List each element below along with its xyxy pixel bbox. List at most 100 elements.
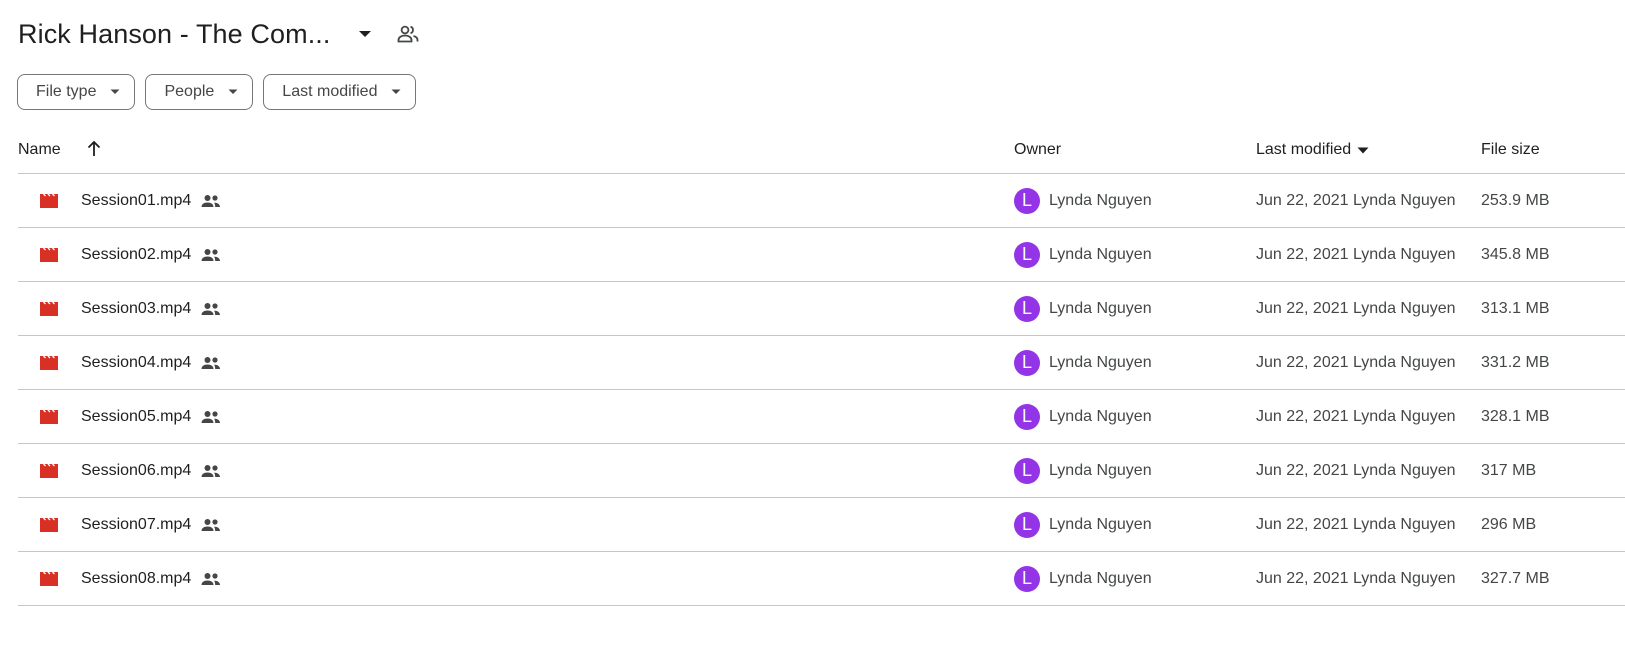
shared-people-icon — [201, 572, 221, 586]
owner-cell: L Lynda Nguyen — [1014, 444, 1152, 497]
file-name-cell: Session07.mp4 — [81, 498, 221, 551]
file-name-cell: Session06.mp4 — [81, 444, 221, 497]
column-header-file-size[interactable]: File size — [1481, 141, 1540, 159]
owner-name: Lynda Nguyen — [1049, 569, 1152, 587]
folder-title[interactable]: Rick Hanson - The Com... — [18, 19, 331, 50]
chip-label: Last modified — [282, 83, 378, 100]
owner-avatar[interactable]: L — [1014, 403, 1040, 430]
owner-cell: L Lynda Nguyen — [1014, 282, 1152, 335]
video-file-icon — [39, 390, 59, 443]
filter-chips: File type People Last modified — [17, 74, 417, 110]
owner-cell: L Lynda Nguyen — [1014, 390, 1152, 443]
file-size-cell: 345.8 MB — [1481, 245, 1550, 263]
owner-cell: L Lynda Nguyen — [1014, 174, 1152, 227]
folder-title-bar: Rick Hanson - The Com... — [18, 14, 421, 54]
video-file-icon — [39, 282, 59, 335]
column-header-name[interactable]: Name — [18, 141, 61, 159]
shared-people-icon — [201, 248, 221, 262]
file-size-cell: 313.1 MB — [1481, 299, 1550, 317]
table-row[interactable]: Session02.mp4 L Lynda Nguyen Jun 22, 202… — [18, 228, 1625, 282]
owner-cell: L Lynda Nguyen — [1014, 498, 1152, 551]
owner-avatar[interactable]: L — [1014, 349, 1040, 376]
owner-name: Lynda Nguyen — [1049, 407, 1152, 425]
shared-people-icon — [201, 464, 221, 478]
owner-avatar[interactable]: L — [1014, 241, 1040, 268]
table-row[interactable]: Session07.mp4 L Lynda Nguyen Jun 22, 202… — [18, 498, 1625, 552]
file-size-cell: 331.2 MB — [1481, 353, 1550, 371]
table-row[interactable]: Session08.mp4 L Lynda Nguyen Jun 22, 202… — [18, 552, 1625, 606]
file-name[interactable]: Session02.mp4 — [81, 246, 191, 264]
last-modified-cell: Jun 22, 2021 Lynda Nguyen — [1256, 353, 1456, 371]
chevron-down-icon — [391, 89, 401, 95]
owner-name: Lynda Nguyen — [1049, 515, 1152, 533]
owner-avatar[interactable]: L — [1014, 457, 1040, 484]
last-modified-filter-chip[interactable]: Last modified — [263, 74, 417, 110]
file-name[interactable]: Session07.mp4 — [81, 516, 191, 534]
file-size-cell: 317 MB — [1481, 461, 1537, 479]
last-modified-cell: Jun 22, 2021 Lynda Nguyen — [1256, 191, 1456, 209]
owner-avatar[interactable]: L — [1014, 511, 1040, 538]
last-modified-cell: Jun 22, 2021 Lynda Nguyen — [1256, 299, 1456, 317]
last-modified-cell: Jun 22, 2021 Lynda Nguyen — [1256, 569, 1456, 587]
file-name[interactable]: Session03.mp4 — [81, 300, 191, 318]
people-filter-chip[interactable]: People — [145, 74, 254, 110]
table-row[interactable]: Session01.mp4 L Lynda Nguyen Jun 22, 202… — [18, 174, 1625, 228]
file-name[interactable]: Session01.mp4 — [81, 192, 191, 210]
owner-name: Lynda Nguyen — [1049, 245, 1152, 263]
shared-people-icon — [201, 356, 221, 370]
last-modified-cell: Jun 22, 2021 Lynda Nguyen — [1256, 515, 1456, 533]
last-modified-cell: Jun 22, 2021 Lynda Nguyen — [1256, 245, 1456, 263]
shared-people-icon — [201, 302, 221, 316]
table-row[interactable]: Session06.mp4 L Lynda Nguyen Jun 22, 202… — [18, 444, 1625, 498]
file-name-cell: Session04.mp4 — [81, 336, 221, 389]
sort-descending-caret-icon — [1357, 147, 1369, 154]
table-body: Session01.mp4 L Lynda Nguyen Jun 22, 202… — [18, 174, 1625, 606]
file-name[interactable]: Session06.mp4 — [81, 462, 191, 480]
file-size-cell: 253.9 MB — [1481, 191, 1550, 209]
table-row[interactable]: Session03.mp4 L Lynda Nguyen Jun 22, 202… — [18, 282, 1625, 336]
chevron-down-icon — [228, 89, 238, 95]
file-name-cell: Session02.mp4 — [81, 228, 221, 281]
shared-folder-icon[interactable] — [395, 21, 421, 47]
folder-menu-caret-icon[interactable] — [353, 22, 377, 46]
owner-avatar[interactable]: L — [1014, 565, 1040, 592]
column-header-owner[interactable]: Owner — [1014, 141, 1061, 159]
last-modified-cell: Jun 22, 2021 Lynda Nguyen — [1256, 407, 1456, 425]
column-header-last-modified[interactable]: Last modified — [1256, 141, 1369, 159]
video-file-icon — [39, 174, 59, 227]
chip-label: File type — [36, 83, 97, 100]
owner-name: Lynda Nguyen — [1049, 353, 1152, 371]
owner-name: Lynda Nguyen — [1049, 191, 1152, 209]
file-name[interactable]: Session04.mp4 — [81, 354, 191, 372]
file-size-cell: 327.7 MB — [1481, 569, 1550, 587]
table-row[interactable]: Session05.mp4 L Lynda Nguyen Jun 22, 202… — [18, 390, 1625, 444]
file-type-filter-chip[interactable]: File type — [17, 74, 136, 110]
file-name-cell: Session03.mp4 — [81, 282, 221, 335]
file-size-cell: 296 MB — [1481, 515, 1537, 533]
file-name[interactable]: Session05.mp4 — [81, 408, 191, 426]
video-file-icon — [39, 498, 59, 551]
sort-ascending-arrow-icon[interactable] — [86, 140, 102, 158]
file-name[interactable]: Session08.mp4 — [81, 570, 191, 588]
video-file-icon — [39, 552, 59, 605]
chip-label: People — [164, 83, 215, 100]
shared-people-icon — [201, 194, 221, 208]
column-header-last-modified-label: Last modified — [1256, 141, 1352, 158]
table-row[interactable]: Session04.mp4 L Lynda Nguyen Jun 22, 202… — [18, 336, 1625, 390]
video-file-icon — [39, 444, 59, 497]
owner-cell: L Lynda Nguyen — [1014, 552, 1152, 605]
file-name-cell: Session08.mp4 — [81, 552, 221, 605]
file-list-table: Name Owner Last modified File size Sessi… — [18, 128, 1625, 606]
owner-name: Lynda Nguyen — [1049, 299, 1152, 317]
owner-cell: L Lynda Nguyen — [1014, 336, 1152, 389]
drive-folder-view: Rick Hanson - The Com... File type Peopl… — [0, 0, 1625, 654]
owner-name: Lynda Nguyen — [1049, 461, 1152, 479]
owner-avatar[interactable]: L — [1014, 295, 1040, 322]
file-name-cell: Session05.mp4 — [81, 390, 221, 443]
owner-cell: L Lynda Nguyen — [1014, 228, 1152, 281]
table-header: Name Owner Last modified File size — [18, 128, 1625, 174]
chevron-down-icon — [110, 89, 120, 95]
shared-people-icon — [201, 518, 221, 532]
owner-avatar[interactable]: L — [1014, 187, 1040, 214]
video-file-icon — [39, 336, 59, 389]
